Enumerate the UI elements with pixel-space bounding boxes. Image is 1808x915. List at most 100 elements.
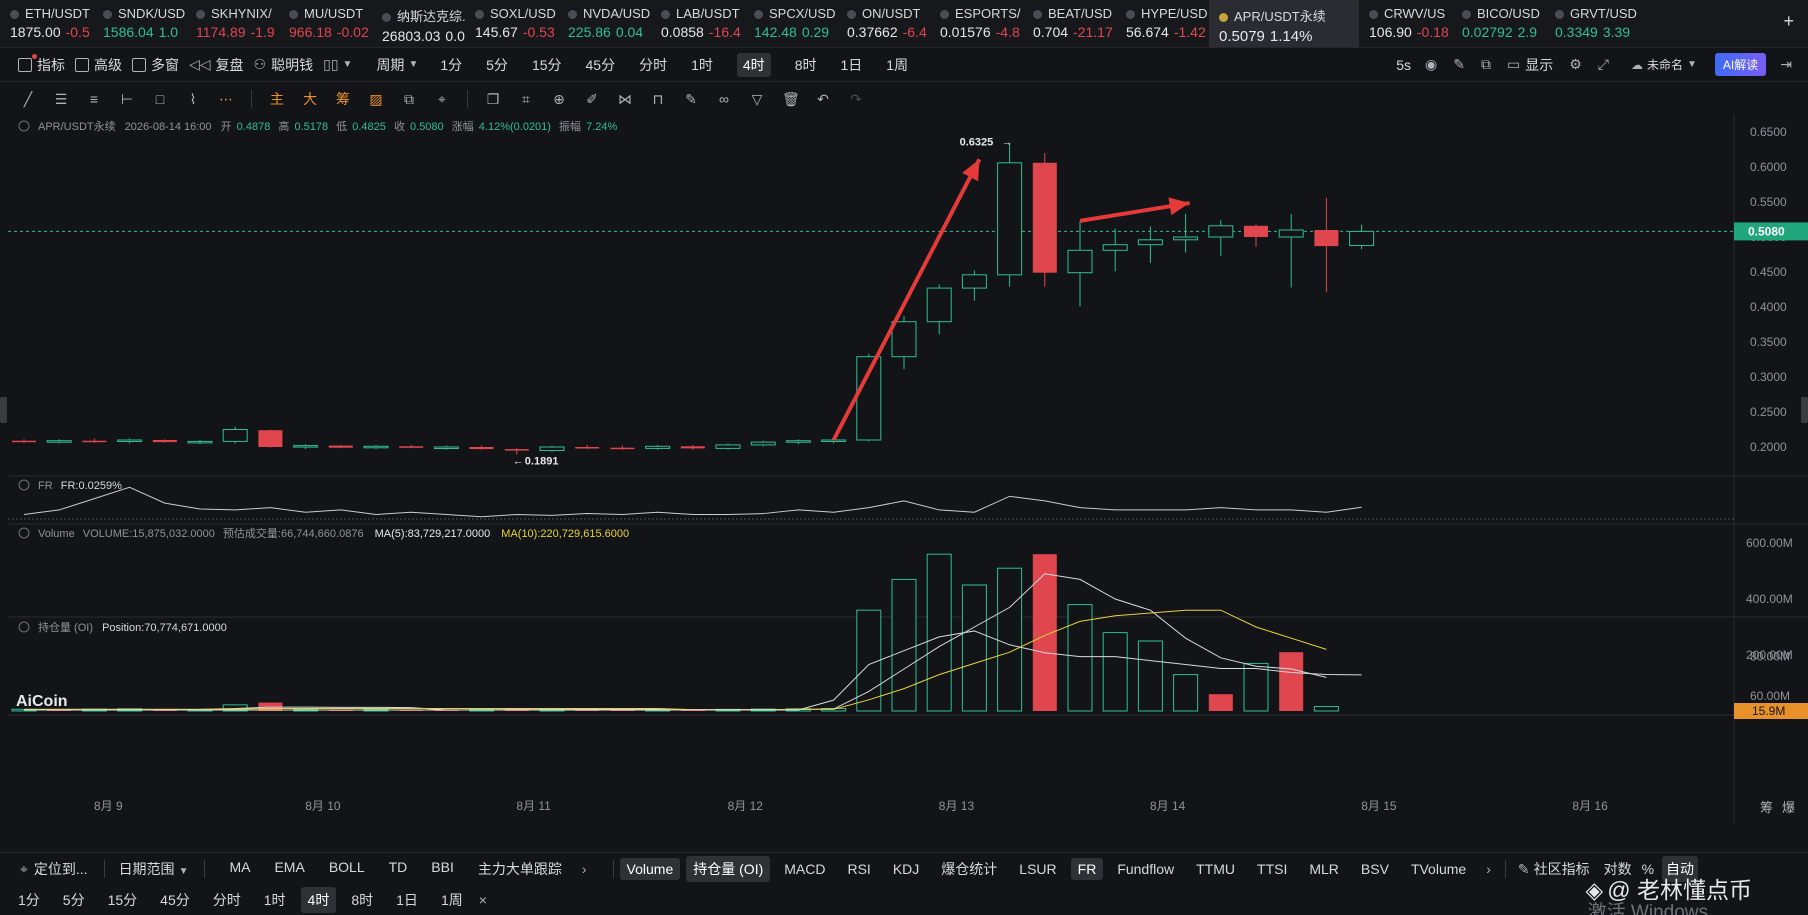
path-icon[interactable]: ⌇: [185, 91, 201, 107]
ticker-item[interactable]: NVDA/USD 225.86 0.04: [558, 0, 651, 47]
link-icon[interactable]: ∞: [716, 91, 732, 107]
zoom-icon[interactable]: ⊕: [551, 91, 567, 107]
period-4[interactable]: 分时: [639, 55, 667, 75]
ticker-item[interactable]: CRWV/US 106.90 -0.18: [1359, 0, 1452, 47]
sub-indicator-13[interactable]: TVolume: [1411, 861, 1466, 877]
price-chart[interactable]: APR/USDT永续 2026-08-14 16:00 开 0.4878 高 0…: [0, 115, 1808, 823]
period-6[interactable]: 4时: [736, 52, 771, 77]
big-order-icon[interactable]: 大: [302, 91, 318, 107]
sub-indicator-5[interactable]: 爆仓统计: [941, 859, 997, 879]
magnet-icon[interactable]: ⋈: [617, 91, 633, 107]
trend-line-icon[interactable]: ╱: [20, 91, 36, 107]
ticker-item[interactable]: ESPORTS/0.01576 -4.8: [930, 0, 1023, 47]
lock-icon[interactable]: ⊓: [650, 91, 666, 107]
eye-icon[interactable]: [18, 621, 30, 633]
brush-icon[interactable]: ✐: [584, 91, 600, 107]
ticker-item[interactable]: 纳斯达克综... 26803.030.0: [372, 0, 465, 47]
bottom-period-8[interactable]: 1日: [396, 890, 418, 910]
period-3[interactable]: 45分: [586, 55, 616, 75]
redo-icon[interactable]: ↷: [848, 91, 864, 107]
main-indicator-2[interactable]: BOLL: [329, 859, 365, 879]
eye-icon[interactable]: [18, 527, 30, 539]
ticker-item[interactable]: ETH/USDT 1875.00 -0.5: [0, 0, 93, 47]
sub-indicator-12[interactable]: BSV: [1361, 861, 1389, 877]
horizontal-line-icon[interactable]: ⊢: [119, 91, 135, 107]
period-9[interactable]: 1周: [886, 55, 908, 75]
sub-indicator-3[interactable]: RSI: [847, 861, 870, 877]
sub-indicator-10[interactable]: TTSI: [1257, 861, 1287, 877]
bottom-period-6[interactable]: 4时: [300, 886, 337, 913]
period-dropdown[interactable]: 周期 ▼: [376, 55, 418, 75]
horizontal-lines-icon[interactable]: ☰: [53, 91, 69, 107]
sub-indicator-1[interactable]: 持仓量 (OI): [686, 855, 771, 882]
filter-icon[interactable]: ▽: [749, 91, 765, 107]
bottom-period-4[interactable]: 分时: [213, 890, 241, 910]
bottom-period-9[interactable]: 1周: [441, 890, 463, 910]
sub-indicator-11[interactable]: MLR: [1309, 861, 1339, 877]
community-indicators-button[interactable]: ✎ 社区指标: [1518, 859, 1590, 879]
ai-analysis-button[interactable]: AI解读: [1714, 53, 1767, 76]
smart-money-button[interactable]: ⚇ 聪明钱: [254, 55, 314, 75]
ticker-item[interactable]: SPCX/USD 142.48 0.29: [744, 0, 837, 47]
sub-indicator-8[interactable]: Fundflow: [1117, 861, 1174, 877]
more-tools-icon[interactable]: ⋯: [218, 91, 234, 107]
main-indicator-3[interactable]: TD: [389, 859, 408, 879]
left-panel-handle[interactable]: [0, 397, 7, 423]
display-button[interactable]: ▭ 显示: [1507, 55, 1553, 75]
compare-icon[interactable]: ⧉: [401, 91, 417, 107]
pen-icon[interactable]: ✎: [1453, 56, 1465, 73]
ticker-item[interactable]: SKHYNIX/1174.89 -1.9: [186, 0, 279, 47]
ticker-item[interactable]: BICO/USD 0.02792 2.9: [1452, 0, 1545, 47]
eye-icon[interactable]: [18, 120, 30, 132]
bottom-period-7[interactable]: 8时: [351, 890, 373, 910]
sub-indicator-2[interactable]: MACD: [784, 861, 825, 877]
eye-icon[interactable]: [18, 479, 30, 491]
close-icon[interactable]: ×: [479, 892, 487, 908]
main-indicator-0[interactable]: MA: [229, 859, 250, 879]
sub-indicator-7[interactable]: FR: [1070, 857, 1104, 880]
advanced-button[interactable]: 高级: [75, 55, 122, 75]
period-5[interactable]: 1时: [691, 55, 713, 75]
collapse-icon[interactable]: ⇥: [1780, 56, 1792, 73]
sub-indicator-4[interactable]: KDJ: [893, 861, 919, 877]
ticker-item[interactable]: GRVT/USD 0.3349 3.39: [1545, 0, 1638, 47]
ticker-item[interactable]: MU/USDT 966.18 -0.02: [279, 0, 372, 47]
period-1[interactable]: 5分: [486, 55, 508, 75]
bottom-period-2[interactable]: 15分: [108, 890, 138, 910]
chart-area[interactable]: APR/USDT永续 2026-08-14 16:00 开 0.4878 高 0…: [0, 115, 1808, 823]
settings-icon[interactable]: ⚙: [1569, 56, 1582, 73]
locate-button[interactable]: ⌖ 定位到...: [20, 859, 88, 879]
undo-icon[interactable]: ↶: [815, 91, 831, 107]
main-indicator-5[interactable]: 主力大单跟踪: [478, 859, 562, 879]
indicators-button[interactable]: 指标: [18, 53, 65, 75]
sub-indicator-9[interactable]: TTMU: [1196, 861, 1235, 877]
main-indicator-4[interactable]: BBI: [431, 859, 454, 879]
camera-icon[interactable]: ◉: [1425, 56, 1437, 73]
edit-icon[interactable]: ✎: [683, 91, 699, 107]
multi-window-button[interactable]: 多窗: [132, 55, 179, 75]
layout-name-dropdown[interactable]: ☁ 未命名 ▼: [1631, 56, 1697, 73]
chart-type-dropdown[interactable]: ▯▯ ▼: [323, 56, 352, 73]
sub-indicator-6[interactable]: LSUR: [1019, 861, 1056, 877]
ticker-item[interactable]: BEAT/USD 0.704 -21.17: [1023, 0, 1116, 47]
copy-icon[interactable]: ❐: [485, 91, 501, 107]
ticker-item[interactable]: ON/USDT 0.37662 -6.4: [837, 0, 930, 47]
main-force-icon[interactable]: 主: [269, 91, 285, 107]
sub-indicator-0[interactable]: Volume: [619, 857, 681, 880]
parallel-channel-icon[interactable]: ≡: [86, 91, 102, 107]
right-panel-handle[interactable]: [1801, 397, 1808, 423]
popout-icon[interactable]: ⧉: [1481, 56, 1491, 73]
bottom-period-1[interactable]: 5分: [63, 890, 85, 910]
date-range-dropdown[interactable]: 日期范围 ▼: [119, 859, 189, 879]
refresh-interval[interactable]: 5s: [1396, 57, 1411, 73]
ticker-item[interactable]: HYPE/USD 56.674 -1.42: [1116, 0, 1209, 47]
main-indicator-1[interactable]: EMA: [274, 859, 304, 879]
chips-icon[interactable]: 筹: [335, 91, 351, 107]
measure-icon[interactable]: ⌖: [434, 91, 450, 107]
ticker-item[interactable]: SNDK/USD 1586.04 1.0: [93, 0, 186, 47]
period-7[interactable]: 8时: [795, 55, 817, 75]
chevron-right-icon[interactable]: ›: [1486, 861, 1491, 877]
ticker-item[interactable]: LAB/USDT 0.0858 -16.4: [651, 0, 744, 47]
chevron-right-icon[interactable]: ›: [582, 861, 587, 877]
add-ticker-icon[interactable]: +: [1783, 11, 1794, 32]
